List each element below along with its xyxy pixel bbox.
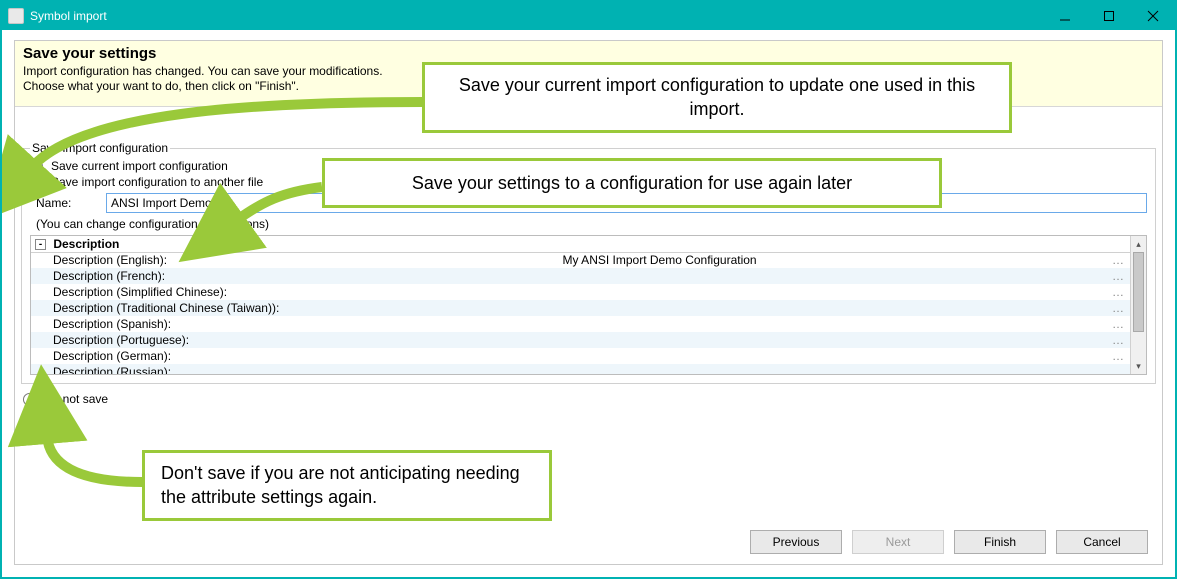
desc-row-label[interactable]: Description (French): xyxy=(31,268,559,284)
radio-save-other-label: Save import configuration to another fil… xyxy=(51,175,263,189)
desc-row-label[interactable]: Description (Portuguese): xyxy=(31,332,559,348)
maximize-button[interactable] xyxy=(1087,2,1131,30)
cancel-button[interactable]: Cancel xyxy=(1056,530,1148,554)
desc-row-edit[interactable]: … xyxy=(1086,316,1130,332)
next-button: Next xyxy=(852,530,944,554)
scroll-down-icon[interactable]: ▾ xyxy=(1131,358,1146,374)
desc-row-value[interactable] xyxy=(559,268,1087,284)
name-label: Name: xyxy=(36,196,96,210)
window-title: Symbol import xyxy=(30,9,107,23)
desc-row-edit[interactable]: … xyxy=(1086,348,1130,364)
description-table: - Description Description (English): My … xyxy=(30,235,1147,375)
scroll-thumb[interactable] xyxy=(1133,252,1144,332)
desc-row-value[interactable] xyxy=(559,348,1087,364)
finish-button[interactable]: Finish xyxy=(954,530,1046,554)
desc-hint: (You can change configuration descriptio… xyxy=(36,217,1147,231)
desc-row-label[interactable]: Description (Traditional Chinese (Taiwan… xyxy=(31,300,559,316)
symbol-import-window: Symbol import Save your settings Import … xyxy=(0,0,1177,579)
radio-save-current[interactable] xyxy=(30,160,43,173)
radio-do-not-save-label: Do not save xyxy=(44,392,108,406)
desc-row-edit[interactable]: … xyxy=(1086,268,1130,284)
radio-do-not-save-row[interactable]: Do not save xyxy=(23,392,1156,406)
titlebar: Symbol import xyxy=(2,2,1175,30)
desc-row-edit[interactable]: … xyxy=(1086,300,1130,316)
close-button[interactable] xyxy=(1131,2,1175,30)
desc-row-value[interactable]: My ANSI Import Demo Configuration xyxy=(559,252,1087,268)
callout-save-current: Save your current import configuration t… xyxy=(422,62,1012,133)
desc-row-edit[interactable]: … xyxy=(1086,284,1130,300)
wizard-footer: Previous Next Finish Cancel xyxy=(750,530,1148,554)
vertical-scrollbar[interactable]: ▴ ▾ xyxy=(1130,236,1146,374)
desc-row-value[interactable] xyxy=(559,364,1087,374)
desc-header-cell[interactable]: - Description xyxy=(31,236,559,252)
desc-row-value[interactable] xyxy=(559,284,1087,300)
radio-save-current-label: Save current import configuration xyxy=(51,159,228,173)
desc-row-value[interactable] xyxy=(559,316,1087,332)
desc-row-label[interactable]: Description (German): xyxy=(31,348,559,364)
scroll-up-icon[interactable]: ▴ xyxy=(1131,236,1146,252)
desc-row-label[interactable]: Description (Spanish): xyxy=(31,316,559,332)
desc-row-value[interactable] xyxy=(559,332,1087,348)
minimize-button[interactable] xyxy=(1043,2,1087,30)
callout-save-another: Save your settings to a configuration fo… xyxy=(322,158,942,208)
app-icon xyxy=(8,8,24,24)
radio-save-other[interactable] xyxy=(30,176,43,189)
desc-row-edit[interactable]: … xyxy=(1086,252,1130,268)
desc-row-value[interactable] xyxy=(559,300,1087,316)
group-legend: Save import configuration xyxy=(30,141,170,155)
desc-row-label[interactable]: Description (Russian): xyxy=(31,364,559,374)
callout-do-not-save: Don't save if you are not anticipating n… xyxy=(142,450,552,521)
desc-row-label[interactable]: Description (Simplified Chinese): xyxy=(31,284,559,300)
banner-heading: Save your settings xyxy=(23,45,1154,62)
collapse-icon[interactable]: - xyxy=(35,239,46,250)
desc-header-label: Description xyxy=(53,237,119,251)
radio-do-not-save[interactable] xyxy=(23,393,36,406)
previous-button[interactable]: Previous xyxy=(750,530,842,554)
desc-row-edit[interactable]: … xyxy=(1086,332,1130,348)
desc-row-label[interactable]: Description (English): xyxy=(31,252,559,268)
desc-row-edit[interactable]: … xyxy=(1086,364,1130,374)
